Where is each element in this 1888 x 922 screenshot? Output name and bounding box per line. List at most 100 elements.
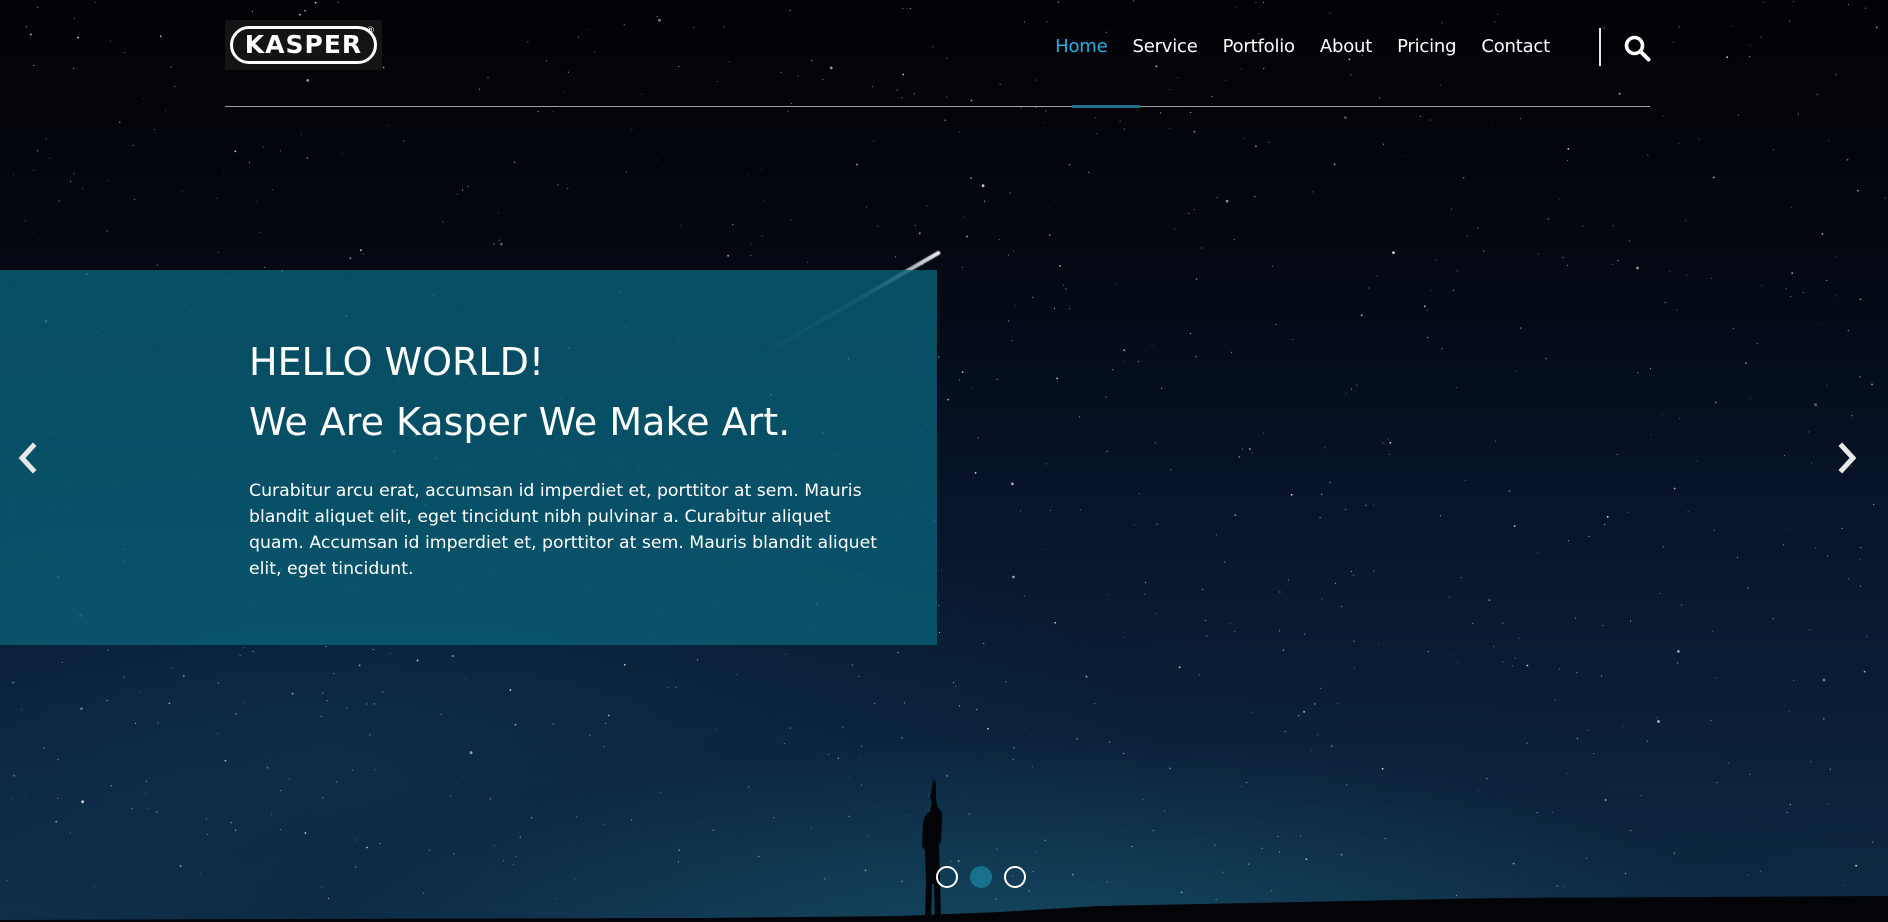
star	[69, 832, 71, 834]
star	[641, 93, 643, 95]
star	[264, 266, 266, 268]
nav-pricing[interactable]: Pricing	[1397, 36, 1456, 57]
star	[349, 257, 352, 259]
star	[1229, 623, 1231, 625]
star	[901, 880, 904, 883]
star	[1750, 397, 1752, 399]
star	[824, 877, 826, 880]
star	[860, 784, 862, 786]
star	[926, 205, 928, 207]
star	[369, 734, 371, 736]
star	[366, 703, 368, 705]
nav-home[interactable]: Home	[1055, 36, 1108, 57]
star	[1492, 122, 1494, 124]
chevron-left-icon[interactable]	[14, 440, 40, 476]
star	[1320, 687, 1322, 689]
star	[442, 221, 444, 223]
star	[603, 823, 605, 825]
nav-service[interactable]: Service	[1132, 36, 1197, 57]
star	[234, 150, 237, 153]
star	[25, 26, 27, 28]
star	[1254, 196, 1256, 198]
star	[37, 150, 39, 152]
star	[1488, 599, 1491, 602]
star	[728, 61, 730, 63]
star	[1204, 619, 1206, 621]
star	[552, 723, 554, 725]
carousel-dot-2[interactable]	[970, 866, 992, 888]
star	[1233, 239, 1235, 241]
star	[1036, 851, 1038, 853]
registered-mark: ®	[366, 26, 375, 36]
star	[1241, 448, 1243, 450]
carousel-dot-3[interactable]	[1004, 866, 1026, 888]
star	[1076, 738, 1079, 740]
star	[1169, 127, 1171, 129]
star	[124, 51, 126, 53]
star	[977, 437, 979, 439]
star	[1835, 295, 1837, 297]
star	[1131, 846, 1133, 848]
star	[493, 243, 495, 245]
star	[1463, 177, 1465, 179]
star	[271, 813, 273, 815]
star	[1566, 159, 1569, 162]
star	[133, 199, 135, 201]
star	[1045, 110, 1047, 112]
star	[1760, 870, 1762, 872]
star	[1791, 272, 1794, 275]
star	[1537, 552, 1539, 554]
nav-about[interactable]: About	[1320, 36, 1372, 57]
star	[1011, 339, 1013, 341]
star	[1178, 666, 1181, 669]
star	[1627, 512, 1629, 514]
star	[750, 243, 753, 245]
star	[1537, 253, 1540, 255]
star	[1078, 416, 1081, 418]
star	[848, 815, 850, 817]
star	[145, 792, 147, 794]
star	[304, 9, 306, 12]
star	[224, 759, 227, 762]
star	[790, 102, 792, 105]
star	[758, 856, 760, 858]
star	[1810, 462, 1813, 464]
star	[1115, 283, 1117, 285]
star	[1727, 762, 1729, 764]
star	[848, 776, 850, 779]
star	[1427, 336, 1429, 338]
star	[996, 848, 998, 850]
star	[1360, 314, 1363, 317]
star	[55, 820, 58, 823]
star	[827, 754, 830, 756]
star	[1716, 782, 1718, 784]
star	[1032, 870, 1034, 873]
kasper-logo[interactable]: KASPER ®	[225, 20, 382, 70]
nav-contact[interactable]: Contact	[1481, 36, 1550, 57]
star	[1822, 717, 1825, 720]
star	[1737, 114, 1739, 116]
star	[1250, 712, 1253, 714]
star	[1483, 250, 1485, 252]
chevron-right-icon[interactable]	[1835, 440, 1861, 476]
star	[118, 121, 121, 124]
star	[1142, 799, 1144, 801]
star	[1387, 438, 1389, 440]
star	[1628, 240, 1630, 242]
star	[1820, 322, 1822, 324]
star	[1616, 454, 1618, 456]
star	[216, 733, 218, 735]
nav-portfolio[interactable]: Portfolio	[1223, 36, 1295, 57]
star	[1731, 25, 1733, 27]
star	[1340, 853, 1343, 856]
star	[450, 795, 452, 797]
star	[1262, 2, 1264, 4]
star	[946, 57, 948, 59]
star	[1679, 418, 1681, 420]
search-icon[interactable]	[1623, 34, 1651, 62]
star	[861, 745, 863, 747]
carousel-dot-1[interactable]	[936, 866, 958, 888]
star	[1513, 525, 1516, 527]
star	[182, 675, 185, 677]
star	[146, 807, 148, 810]
